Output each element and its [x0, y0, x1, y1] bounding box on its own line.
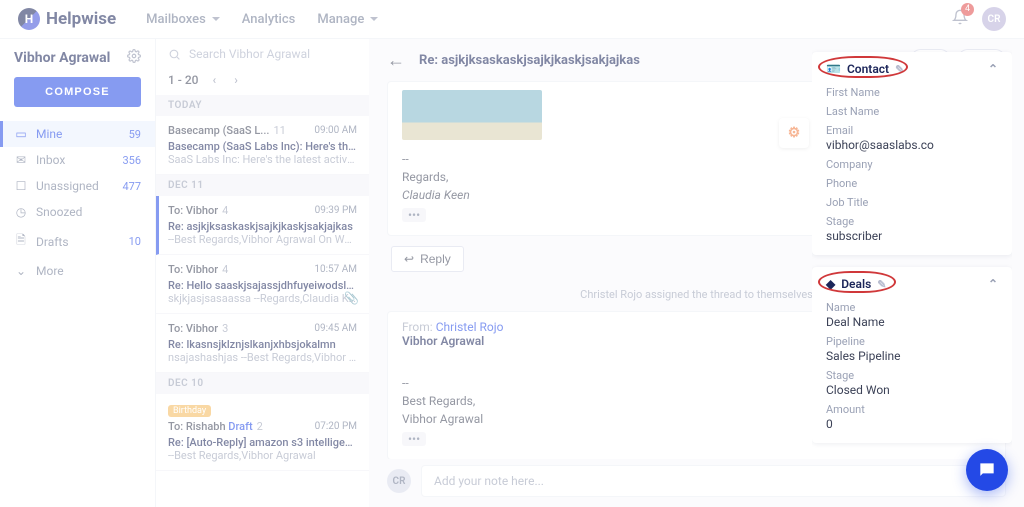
unassigned-icon: ☐ [14, 179, 28, 193]
inbox-icon: ✉ [14, 153, 28, 167]
edit-contact-icon[interactable]: ✎ [895, 63, 904, 76]
field-label: Last Name [826, 105, 998, 118]
list-item[interactable]: To: Vibhor410:57 AM Re: Hello saaskjsaja… [156, 255, 369, 314]
topbar: Helpwise Mailboxes Analytics Manage 4 CR [0, 0, 1024, 38]
list-item[interactable]: To: Vibhor409:39 PM Re: asjkjksaskaskjsa… [156, 196, 369, 255]
sidebar-item-label: More [36, 264, 64, 278]
field-label: Company [826, 158, 998, 171]
sidebar-item-unassigned[interactable]: ☐ Unassigned 477 [0, 173, 155, 199]
deals-card: ◆ Deals ✎ ⌃ Name Deal Name Pipeline Sale… [812, 267, 1012, 443]
hubspot-icon[interactable]: ⚙ [779, 118, 809, 148]
note-avatar: CR [387, 469, 411, 493]
pager-range: 1 - 20 [168, 73, 199, 87]
list-item[interactable]: Birthday To: Rishabh Draft207:20 PM Re: … [156, 394, 369, 471]
expand-quote-icon[interactable]: ••• [402, 208, 426, 222]
back-icon[interactable]: ← [387, 50, 405, 71]
mailbox-title: Vibhor Agrawal [14, 50, 110, 66]
compose-button[interactable]: COMPOSE [14, 77, 141, 107]
chevron-down-icon: ⌄ [14, 264, 28, 278]
list-item[interactable]: Basecamp (SaaS L...1109:00 AM Basecamp (… [156, 116, 369, 175]
sidebar-item-mine[interactable]: ▭ Mine 59 [0, 121, 155, 147]
section-dec10: DEC 10 [156, 373, 369, 394]
bell-icon[interactable]: 4 [952, 9, 968, 29]
pager-prev[interactable]: ‹ [209, 73, 221, 87]
paperclip-icon: 📎 [344, 291, 359, 305]
pager-next[interactable]: › [230, 73, 242, 87]
pager: 1 - 20 ‹ › [156, 69, 369, 95]
sidebar-item-label: Mine [36, 127, 62, 141]
sidebar-item-snoozed[interactable]: ◷ Snoozed [0, 199, 155, 225]
search-input[interactable]: Search Vibhor Agrawal [156, 39, 369, 69]
field-label: First Name [826, 86, 998, 99]
search-placeholder: Search Vibhor Agrawal [189, 47, 310, 61]
sidebar-item-label: Inbox [36, 153, 65, 167]
field-value: 0 [826, 417, 998, 431]
sidebar-item-inbox[interactable]: ✉ Inbox 356 [0, 147, 155, 173]
sidebar-item-count: 10 [129, 235, 141, 248]
collapse-icon[interactable]: ⌃ [988, 62, 998, 76]
sidebar-item-more[interactable]: ⌄ More [0, 258, 155, 284]
expand-quote-icon[interactable]: ••• [402, 432, 426, 446]
chat-launcher[interactable] [966, 449, 1008, 491]
section-today: TODAY [156, 95, 369, 116]
logo[interactable]: Helpwise [18, 8, 116, 30]
field-label: Pipeline [826, 335, 998, 348]
logo-mark-icon [18, 8, 40, 30]
brand-name: Helpwise [46, 9, 116, 29]
sidebar-item-count: 356 [122, 154, 141, 167]
nav-mailboxes[interactable]: Mailboxes [146, 12, 220, 27]
field-value: Deal Name [826, 315, 998, 329]
nav-analytics[interactable]: Analytics [242, 12, 296, 27]
field-value: Sales Pipeline [826, 349, 998, 363]
field-label: Amount [826, 403, 998, 416]
reply-button[interactable]: ↩Reply [391, 246, 464, 272]
section-dec11: DEC 11 [156, 175, 369, 196]
conversation-list: Search Vibhor Agrawal 1 - 20 ‹ › TODAY B… [155, 38, 369, 507]
image-placeholder [402, 90, 542, 140]
field-value: vibhor@saaslabs.co [826, 138, 998, 152]
sidebar-item-drafts[interactable]: 🗎 Drafts 10 [0, 225, 155, 258]
birthday-badge: Birthday [168, 405, 211, 417]
sidebar-item-count: 477 [122, 180, 141, 193]
field-label: Name [826, 301, 998, 314]
gear-icon[interactable] [127, 49, 141, 67]
integration-bar: ⚙ [776, 118, 812, 148]
search-icon [168, 48, 181, 61]
field-label: Stage [826, 369, 998, 382]
topbar-left: Helpwise Mailboxes Analytics Manage [18, 8, 378, 30]
deals-title: Deals [841, 277, 871, 291]
sidebar-item-count: 59 [129, 128, 141, 141]
list-item[interactable]: To: Vibhor309:45 AM Re: lkasnsjklznjslka… [156, 314, 369, 373]
sidebar-item-label: Drafts [36, 235, 69, 249]
mine-icon: ▭ [14, 127, 28, 141]
field-label: Stage [826, 215, 998, 228]
field-value: Closed Won [826, 383, 998, 397]
diamond-icon: ◆ [826, 277, 835, 291]
nav-manage[interactable]: Manage [317, 12, 378, 27]
sidebar-item-label: Unassigned [36, 179, 99, 193]
sidebar: Vibhor Agrawal COMPOSE ▭ Mine 59 ✉ Inbox 3… [0, 38, 155, 507]
message-from[interactable]: Christel Rojo [436, 320, 504, 334]
edit-deals-icon[interactable]: ✎ [877, 278, 886, 291]
contact-card: 🪪 Contact ✎ ⌃ First Name Last Name Email… [812, 52, 1012, 255]
user-avatar[interactable]: CR [982, 7, 1006, 31]
field-value: subscriber [826, 229, 998, 243]
field-label: Phone [826, 177, 998, 190]
topbar-right: 4 CR [952, 7, 1006, 31]
field-label: Job Title [826, 196, 998, 209]
notification-badge: 4 [961, 3, 974, 16]
contact-title: Contact [847, 62, 889, 76]
sidebar-item-label: Snoozed [36, 205, 82, 219]
snoozed-icon: ◷ [14, 205, 28, 219]
thread-title: Re: asjkjksaskaskjsajkjkaskjsakjajkas [419, 53, 640, 68]
contact-icon: 🪪 [826, 62, 841, 76]
field-label: Email [826, 124, 998, 137]
right-panel: 🪪 Contact ✎ ⌃ First Name Last Name Email… [812, 38, 1012, 507]
chat-icon [977, 460, 997, 480]
collapse-icon[interactable]: ⌃ [988, 277, 998, 291]
sidebar-header: Vibhor Agrawal [0, 49, 155, 77]
reply-icon: ↩ [404, 252, 414, 266]
drafts-icon: 🗎 [14, 231, 28, 252]
nav-links: Mailboxes Analytics Manage [146, 12, 378, 27]
